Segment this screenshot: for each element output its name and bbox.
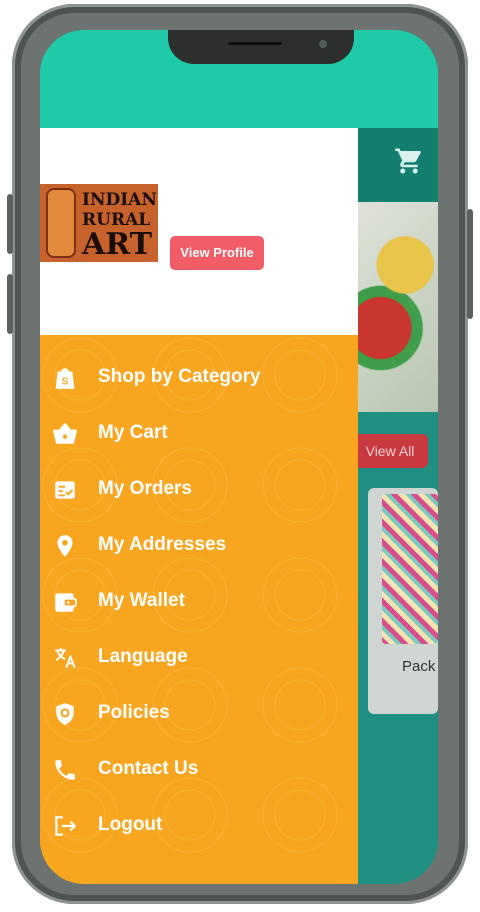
menu-item-my-wallet[interactable]: My Wallet [40, 575, 358, 627]
menu-label: My Wallet [98, 590, 185, 611]
menu-label: My Addresses [98, 534, 227, 555]
menu-item-my-addresses[interactable]: My Addresses [40, 519, 358, 571]
menu-item-contact-us[interactable]: Contact Us [40, 743, 358, 795]
power-button [467, 209, 473, 319]
brand-logo: INDIAN RURAL ART [40, 184, 158, 262]
basket-icon [53, 423, 77, 444]
svg-text:S: S [62, 377, 69, 388]
location-pin-icon [57, 535, 73, 557]
front-camera [319, 40, 327, 48]
navigation-drawer: INDIAN RURAL ART View Profile S Shop by … [40, 128, 358, 884]
cart-icon[interactable] [394, 146, 424, 176]
menu-item-shop-by-category[interactable]: S Shop by Category [40, 351, 358, 403]
logo-wordmark: INDIAN RURAL ART [82, 190, 157, 262]
view-profile-button[interactable]: View Profile [170, 236, 264, 270]
phone-screen: View All Pack INDIAN RURAL ART View Prof… [40, 30, 438, 884]
menu-item-logout[interactable]: Logout [40, 799, 358, 851]
notch [168, 30, 354, 64]
speaker [228, 42, 282, 45]
menu-label: Shop by Category [98, 366, 261, 387]
menu-item-my-cart[interactable]: My Cart [40, 407, 358, 459]
orders-icon [55, 481, 75, 499]
menu-label: Policies [98, 702, 170, 723]
product-card[interactable] [368, 488, 438, 714]
menu-label: Contact Us [98, 758, 199, 779]
drawer-menu: S Shop by Category My Cart My Orders My … [40, 335, 358, 884]
menu-label: Logout [98, 814, 163, 835]
menu-item-language[interactable]: Language [40, 631, 358, 683]
banner-image [356, 202, 438, 412]
volume-down-button [7, 274, 13, 334]
phone-icon [55, 760, 75, 780]
mask-logo-icon [46, 188, 76, 258]
status-bar [40, 30, 438, 128]
logout-icon [55, 816, 77, 836]
translate-icon [55, 648, 76, 669]
product-image [382, 494, 438, 644]
menu-item-my-orders[interactable]: My Orders [40, 463, 358, 515]
menu-label: My Orders [98, 478, 192, 499]
menu-item-policies[interactable]: Policies [40, 687, 358, 739]
volume-up-button [7, 194, 13, 254]
view-all-button[interactable]: View All [352, 434, 428, 468]
menu-label: Language [98, 646, 188, 667]
shopping-bag-icon: S [55, 368, 75, 389]
wallet-icon [55, 593, 77, 612]
product-name: Pack [402, 658, 436, 675]
menu-label: My Cart [98, 422, 168, 443]
shield-icon [56, 703, 74, 725]
drawer-header: INDIAN RURAL ART View Profile [40, 128, 358, 335]
